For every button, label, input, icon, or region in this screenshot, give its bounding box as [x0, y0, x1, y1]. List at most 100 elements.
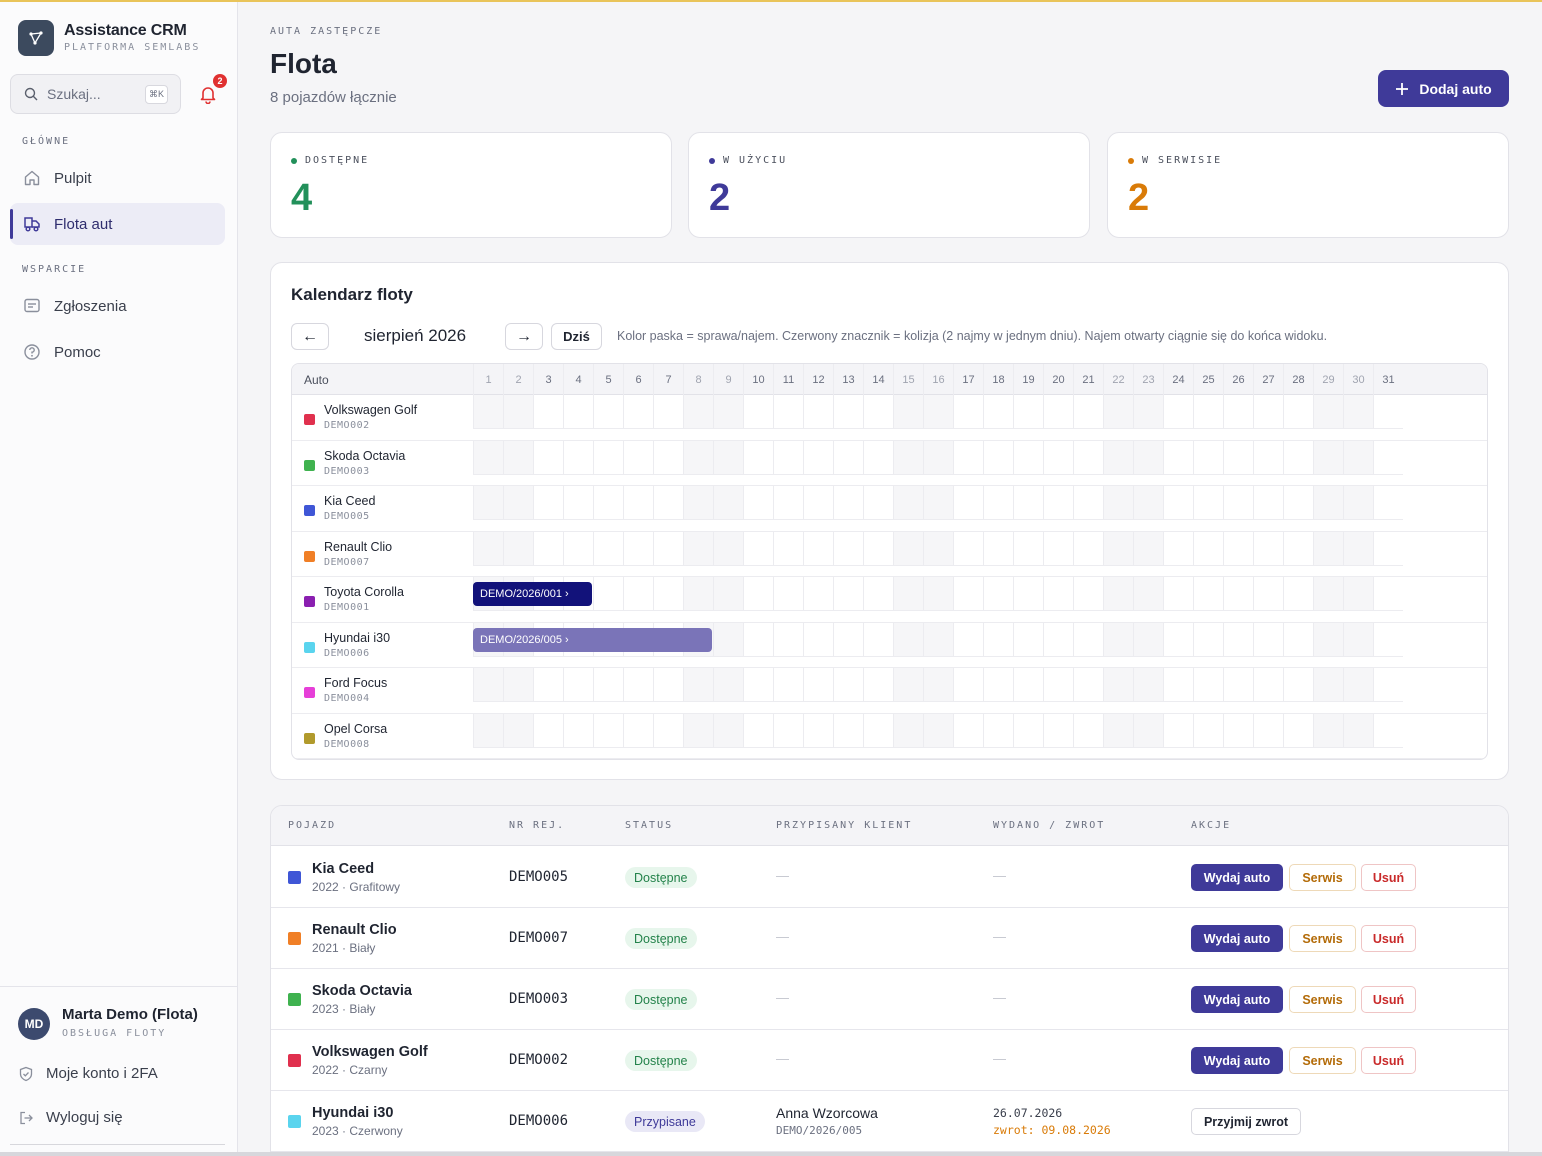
- calendar-day-cell[interactable]: [1343, 486, 1373, 520]
- calendar-day-cell[interactable]: [1223, 713, 1253, 748]
- calendar-day-cell[interactable]: [773, 395, 803, 429]
- calendar-day-cell[interactable]: [1193, 395, 1223, 429]
- calendar-day-cell[interactable]: [743, 486, 773, 520]
- calendar-day-cell[interactable]: [1343, 395, 1373, 429]
- calendar-day-cell[interactable]: [1283, 531, 1313, 566]
- calendar-day-cell[interactable]: [593, 713, 623, 748]
- sidebar-item-tickets[interactable]: Zgłoszenia: [10, 285, 225, 327]
- calendar-day-cell[interactable]: [773, 577, 803, 611]
- calendar-day-cell[interactable]: [713, 440, 743, 475]
- calendar-day-cell[interactable]: [833, 395, 863, 429]
- calendar-day-cell[interactable]: [1313, 395, 1343, 429]
- calendar-day-cell[interactable]: [923, 713, 953, 748]
- calendar-day-cell[interactable]: [1043, 713, 1073, 748]
- issue-car-button[interactable]: Wydaj auto: [1191, 864, 1283, 891]
- calendar-day-cell[interactable]: [1313, 531, 1343, 566]
- calendar-day-cell[interactable]: [1043, 440, 1073, 475]
- calendar-day-cell[interactable]: [1043, 531, 1073, 566]
- delete-button[interactable]: Usuń: [1361, 925, 1416, 952]
- table-row[interactable]: Kia Ceed 2022 · Grafitowy DEMO005 Dostęp…: [271, 847, 1508, 908]
- calendar-day-cell[interactable]: [713, 622, 743, 657]
- calendar-day-cell[interactable]: [563, 395, 593, 429]
- calendar-day-cell[interactable]: [863, 440, 893, 475]
- calendar-day-cell[interactable]: [653, 713, 683, 748]
- calendar-day-cell[interactable]: [713, 531, 743, 566]
- calendar-day-cell[interactable]: [773, 486, 803, 520]
- calendar-day-cell[interactable]: [923, 440, 953, 475]
- calendar-day-cell[interactable]: [1073, 713, 1103, 748]
- delete-button[interactable]: Usuń: [1361, 864, 1416, 891]
- calendar-day-cell[interactable]: [1073, 531, 1103, 566]
- calendar-day-cell[interactable]: [1283, 713, 1313, 748]
- calendar-day-cell[interactable]: [1373, 622, 1403, 657]
- calendar-day-cell[interactable]: [1283, 395, 1313, 429]
- calendar-day-cell[interactable]: [833, 668, 863, 702]
- calendar-day-cell[interactable]: [833, 713, 863, 748]
- calendar-day-cell[interactable]: [1073, 622, 1103, 657]
- calendar-day-cell[interactable]: [983, 486, 1013, 520]
- calendar-day-cell[interactable]: [833, 486, 863, 520]
- calendar-prev-button[interactable]: ←: [291, 323, 329, 350]
- calendar-day-cell[interactable]: [833, 531, 863, 566]
- calendar-day-cell[interactable]: [1073, 440, 1103, 475]
- calendar-day-cell[interactable]: [1133, 395, 1163, 429]
- calendar-day-cell[interactable]: [623, 395, 653, 429]
- calendar-day-cell[interactable]: [1163, 531, 1193, 566]
- calendar-day-cell[interactable]: [803, 668, 833, 702]
- calendar-day-cell[interactable]: [863, 668, 893, 702]
- issue-car-button[interactable]: Wydaj auto: [1191, 925, 1283, 952]
- calendar-day-cell[interactable]: [623, 440, 653, 475]
- calendar-day-cell[interactable]: [503, 395, 533, 429]
- calendar-day-cell[interactable]: [503, 531, 533, 566]
- brand[interactable]: Assistance CRM PLATFORMA SEMLABS: [18, 20, 198, 56]
- calendar-day-cell[interactable]: [923, 668, 953, 702]
- calendar-day-cell[interactable]: [713, 713, 743, 748]
- calendar-day-cell[interactable]: [1133, 668, 1163, 702]
- calendar-day-cell[interactable]: [1193, 668, 1223, 702]
- calendar-day-cell[interactable]: [863, 531, 893, 566]
- calendar-day-cell[interactable]: [563, 713, 593, 748]
- calendar-next-button[interactable]: →: [505, 323, 543, 350]
- calendar-day-cell[interactable]: [893, 622, 923, 657]
- calendar-day-cell[interactable]: [683, 668, 713, 702]
- calendar-day-cell[interactable]: [623, 531, 653, 566]
- calendar-day-cell[interactable]: [1253, 486, 1283, 520]
- calendar-day-cell[interactable]: [1043, 395, 1073, 429]
- calendar-day-cell[interactable]: [923, 395, 953, 429]
- calendar-day-cell[interactable]: [1013, 713, 1043, 748]
- calendar-day-cell[interactable]: [743, 395, 773, 429]
- calendar-day-cell[interactable]: [1313, 668, 1343, 702]
- calendar-day-cell[interactable]: [713, 395, 743, 429]
- calendar-day-cell[interactable]: [983, 577, 1013, 611]
- calendar-day-cell[interactable]: [1103, 668, 1133, 702]
- calendar-day-cell[interactable]: [593, 395, 623, 429]
- add-car-button[interactable]: Dodaj auto: [1378, 70, 1509, 107]
- calendar-day-cell[interactable]: [623, 486, 653, 520]
- calendar-day-cell[interactable]: [743, 531, 773, 566]
- calendar-day-cell[interactable]: [1253, 577, 1283, 611]
- calendar-day-cell[interactable]: [1193, 440, 1223, 475]
- calendar-day-cell[interactable]: [1073, 395, 1103, 429]
- calendar-day-cell[interactable]: [1133, 577, 1163, 611]
- calendar-day-cell[interactable]: [1253, 440, 1283, 475]
- service-button[interactable]: Serwis: [1289, 1047, 1356, 1074]
- calendar-day-cell[interactable]: [1013, 531, 1043, 566]
- calendar-day-cell[interactable]: [1103, 486, 1133, 520]
- calendar-day-cell[interactable]: [803, 713, 833, 748]
- calendar-day-cell[interactable]: [1073, 668, 1103, 702]
- calendar-day-cell[interactable]: [1253, 713, 1283, 748]
- calendar-day-cell[interactable]: [1163, 395, 1193, 429]
- calendar-day-cell[interactable]: [533, 531, 563, 566]
- calendar-day-cell[interactable]: [473, 531, 503, 566]
- calendar-day-cell[interactable]: [1373, 577, 1403, 611]
- calendar-day-cell[interactable]: [1343, 668, 1373, 702]
- calendar-day-cell[interactable]: [1043, 577, 1073, 611]
- calendar-day-cell[interactable]: [893, 395, 923, 429]
- calendar-day-cell[interactable]: [893, 577, 923, 611]
- sidebar-item-help[interactable]: Pomoc: [10, 331, 225, 373]
- calendar-day-cell[interactable]: [1283, 486, 1313, 520]
- calendar-day-cell[interactable]: [1043, 668, 1073, 702]
- calendar-day-cell[interactable]: [533, 440, 563, 475]
- calendar-day-cell[interactable]: [1253, 395, 1283, 429]
- calendar-day-cell[interactable]: [1193, 577, 1223, 611]
